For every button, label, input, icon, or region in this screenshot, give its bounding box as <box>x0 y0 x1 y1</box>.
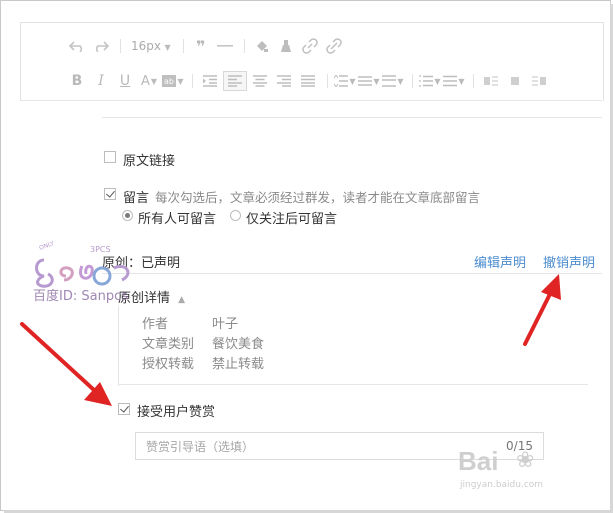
font-size-select[interactable]: 16px ▼ <box>131 39 171 53</box>
radio-followers-only[interactable] <box>230 210 241 221</box>
toolbar-separator <box>327 74 328 88</box>
comments-checkbox[interactable] <box>104 188 116 200</box>
comments-label[interactable]: 留言 <box>123 187 149 206</box>
detail-key: 授权转载 <box>142 357 195 372</box>
italic-icon[interactable]: I <box>90 72 112 90</box>
toolbar-separator <box>412 74 413 88</box>
font-color-icon[interactable]: A ▼ <box>138 72 160 90</box>
radio-everyone-label[interactable]: 所有人可留言 <box>138 208 216 227</box>
line-height-icon[interactable]: ▼ <box>334 72 356 90</box>
quote-icon[interactable]: ❞ <box>190 37 212 56</box>
float-left-icon[interactable] <box>480 72 502 90</box>
original-link-label[interactable]: 原文链接 <box>123 150 175 169</box>
watermark-logo-text: 3PCS <box>90 245 111 254</box>
watermark-logo-small: ONLY <box>38 240 55 252</box>
editor-toolbar: 16px ▼ ❞ B I U A ▼ ab ▼ ▼ ▼ ▼ ▼ ▼ <box>20 22 604 101</box>
toolbar-separator <box>192 74 193 88</box>
toolbar-row-1: 16px ▼ ❞ <box>66 37 347 56</box>
watermark-text: 百度ID: Sanpcs <box>33 289 128 304</box>
baidu-watermark-sub: jingyan.baidu.com <box>460 480 544 490</box>
undo-icon[interactable] <box>66 37 88 55</box>
link-icon[interactable] <box>299 37 321 55</box>
ordered-list-icon[interactable]: ▼ <box>419 72 441 90</box>
toolbar-separator <box>473 74 474 88</box>
redo-icon[interactable] <box>90 37 112 55</box>
underline-icon[interactable]: U <box>114 72 136 90</box>
revoke-declaration-link[interactable]: 撤销声明 <box>543 252 595 271</box>
svg-text:ab: ab <box>164 77 174 86</box>
clear-format-icon[interactable] <box>275 37 297 55</box>
radio-everyone[interactable] <box>122 210 133 221</box>
detail-key: 作者 <box>142 317 169 332</box>
float-center-icon[interactable] <box>504 72 526 90</box>
align-justify-icon[interactable] <box>297 72 319 90</box>
detail-key: 文章类别 <box>142 337 195 352</box>
toolbar-separator <box>182 39 184 53</box>
letter-spacing-icon[interactable]: ▼ <box>358 72 380 90</box>
background-color-icon[interactable]: ab ▼ <box>162 72 184 90</box>
detail-value: 禁止转载 <box>212 357 265 372</box>
font-size-value: 16px <box>131 39 161 53</box>
red-arrow-icon <box>523 274 561 346</box>
radio-followers-label[interactable]: 仅关注后可留言 <box>246 208 337 227</box>
reward-divider <box>118 384 588 385</box>
float-right-icon[interactable] <box>528 72 550 90</box>
unlink-icon[interactable] <box>323 37 345 55</box>
format-painter-icon[interactable] <box>251 37 273 55</box>
edit-declaration-link[interactable]: 编辑声明 <box>474 252 526 271</box>
unordered-list-icon[interactable]: ▼ <box>443 72 465 90</box>
detail-value: 餐饮美食 <box>212 337 265 352</box>
baidu-watermark: Bai ❀ jingyan.baidu.com <box>458 446 578 492</box>
red-arrow-icon <box>20 322 112 406</box>
editor-divider <box>20 100 602 101</box>
toolbar-separator <box>120 39 121 53</box>
original-link-checkbox[interactable] <box>104 151 116 163</box>
details-vertical-line <box>118 306 119 386</box>
chevron-up-icon: ▲ <box>178 295 186 305</box>
align-right-icon[interactable] <box>273 72 295 90</box>
toolbar-row-2: B I U A ▼ ab ▼ ▼ ▼ ▼ ▼ ▼ <box>66 71 552 91</box>
chevron-down-icon: ▼ <box>162 43 171 52</box>
detail-value: 叶子 <box>212 317 239 332</box>
reward-label[interactable]: 接受用户赞赏 <box>137 401 215 420</box>
paw-icon: ❀ <box>516 448 535 473</box>
toolbar-separator <box>243 39 245 53</box>
baidu-logo-text: Bai <box>458 446 499 476</box>
section-divider <box>102 117 602 118</box>
bold-icon[interactable]: B <box>66 72 88 90</box>
indent-icon[interactable] <box>199 72 221 90</box>
reward-checkbox[interactable] <box>118 403 130 415</box>
reward-guide-input[interactable] <box>144 437 488 457</box>
watermark-logo: ONLY 3PCS <box>35 240 130 288</box>
comments-hint: 每次勾选后，文章必须经过群发，读者才能在文章底部留言 <box>155 190 481 205</box>
align-left-icon[interactable] <box>223 71 247 91</box>
paragraph-spacing-icon[interactable]: ▼ <box>382 72 404 90</box>
horizontal-rule-icon[interactable] <box>214 37 236 55</box>
align-center-icon[interactable] <box>249 72 271 90</box>
